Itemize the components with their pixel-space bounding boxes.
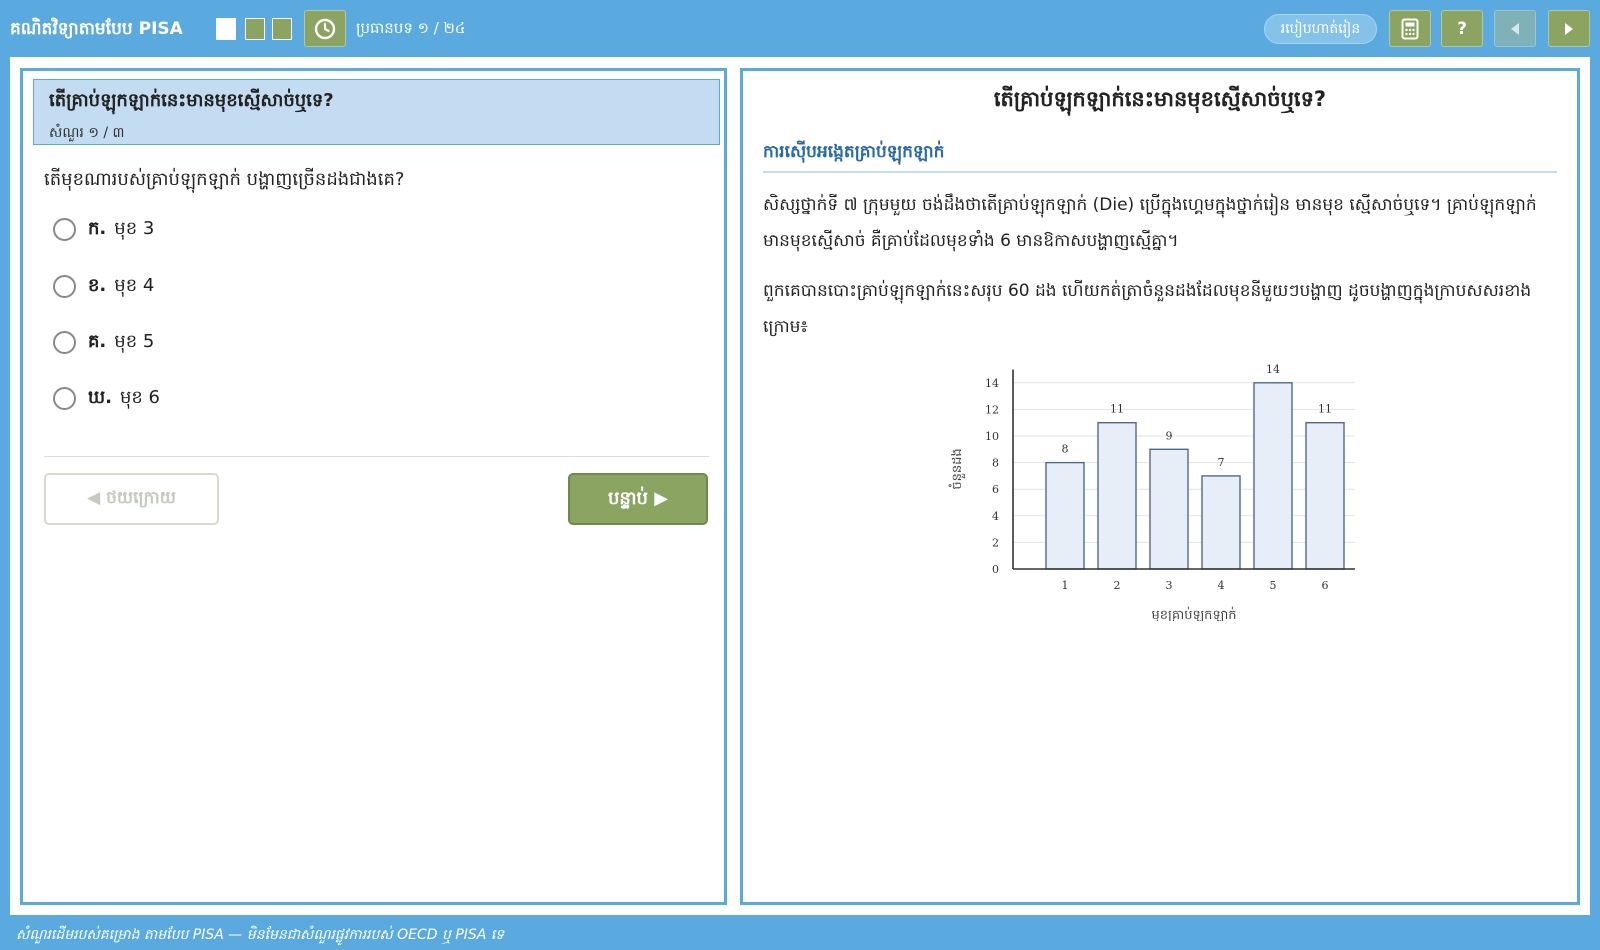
triangle-right-icon: [1565, 22, 1573, 35]
question-panel: តើគ្រាប់ឡុកឡាក់នេះមានមុខស្មើសាច់ឬទេ? សំណ…: [20, 68, 727, 905]
prev-page-button[interactable]: [1494, 10, 1536, 47]
option-text: មុខ 4: [114, 275, 155, 296]
bar: [1045, 461, 1085, 570]
option-text: មុខ 3: [114, 218, 155, 239]
next-button[interactable]: បន្ទាប់ ▶: [568, 473, 708, 525]
x-tick-label: 1: [1062, 579, 1069, 592]
stimulus-paragraph-1: សិស្សថ្នាក់ទី ៧ ក្រុមមួយ ចង់ដឹងថាតើគ្រាប…: [763, 195, 1537, 251]
triangle-left-icon: [1511, 22, 1519, 35]
progress-square[interactable]: [245, 18, 265, 40]
data-label: 11: [1110, 403, 1124, 416]
calculator-button[interactable]: [1389, 10, 1431, 47]
radio-button[interactable]: [53, 218, 76, 241]
calculator-icon: [1401, 18, 1419, 39]
stimulus-paragraph-2: ពួកគេបានបោះគ្រាប់ឡុកឡាក់នេះសរុប 60 ដង ហើ…: [763, 281, 1532, 337]
clock-icon: [314, 18, 336, 39]
y-axis-title: ចំនួនដង: [948, 448, 966, 489]
question-prompt: តើមុខណារបស់គ្រាប់ឡុកឡាក់ បង្ហាញច្រើនដងជា…: [44, 169, 405, 190]
progress-square-current[interactable]: [216, 18, 236, 40]
data-label: 7: [1218, 456, 1225, 469]
x-tick-label: 3: [1166, 579, 1173, 592]
radio-button[interactable]: [53, 387, 76, 410]
section-counter: ប្រធានបទ ១ / ២៤: [356, 19, 466, 37]
stimulus-subtitle: ការស៊ើបអង្កេតគ្រាប់ឡុកឡាក់: [763, 142, 945, 162]
option-letter: ឃ.: [88, 387, 112, 408]
x-tick-label: 6: [1322, 579, 1329, 592]
data-label: 9: [1166, 429, 1173, 442]
y-tick-label: 10: [985, 430, 999, 443]
back-button[interactable]: ◀ ថយក្រោយ: [44, 473, 219, 525]
option-text: មុខ 6: [119, 387, 161, 408]
data-label: 11: [1318, 403, 1332, 416]
x-tick-label: 5: [1270, 579, 1277, 592]
option-letter: ខ.: [88, 275, 107, 296]
app-title: គណិតវិទ្យាតាមបែប PISA: [10, 19, 183, 39]
bar: [1097, 421, 1137, 570]
divider: [44, 456, 709, 457]
footer-note: សំណួរដើមរបស់គម្រោង តាមបែប PISA — មិនមែនជ…: [16, 927, 505, 943]
data-label: 14: [1266, 363, 1280, 376]
x-tick-label: 4: [1218, 579, 1225, 592]
question-header: តើគ្រាប់ឡុកឡាក់នេះមានមុខស្មើសាច់ឬទេ? សំណ…: [33, 79, 720, 145]
x-axis-title: មុខគ្រាប់ឡុកឡាក់: [1151, 606, 1236, 621]
subtitle-rule: [763, 171, 1557, 173]
timer-button[interactable]: [304, 10, 346, 47]
stimulus-panel: តើគ្រាប់ឡុកឡាក់នេះមានមុខស្មើសាច់ឬទេ? ការ…: [740, 68, 1580, 905]
answer-option-b[interactable]: ខ. មុខ 4: [53, 273, 154, 300]
bar: [1149, 448, 1189, 570]
option-letter: គ.: [88, 331, 107, 352]
footer: សំណួរដើមរបស់គម្រោង តាមបែប PISA — មិនមែនជ…: [0, 915, 1600, 950]
x-tick-label: 2: [1114, 579, 1121, 592]
question-title: តើគ្រាប់ឡុកឡាក់នេះមានមុខស្មើសាច់ឬទេ?: [49, 90, 334, 111]
y-tick-label: 4: [992, 510, 999, 523]
answer-option-a[interactable]: ក. មុខ 3: [53, 216, 154, 243]
y-tick-label: 0: [992, 563, 999, 576]
help-button[interactable]: ?: [1441, 10, 1483, 47]
y-tick-label: 2: [992, 536, 999, 549]
next-page-button[interactable]: [1548, 10, 1590, 47]
option-text: មុខ 5: [114, 331, 155, 352]
option-letter: ក.: [88, 218, 107, 239]
answer-option-c[interactable]: គ. មុខ 5: [53, 329, 154, 356]
data-label: 8: [1062, 443, 1069, 456]
question-counter: សំណួរ ១ / ៣: [49, 125, 125, 141]
radio-button[interactable]: [53, 275, 76, 298]
top-bar: គណិតវិទ្យាតាមបែប PISA ប្រធានបទ ១ / ២៤ រប…: [0, 0, 1600, 57]
answer-option-d[interactable]: ឃ. មុខ 6: [53, 385, 160, 412]
bar-chart: 02468101214811129374145116មុខគ្រាប់ឡុកឡា…: [948, 363, 1355, 621]
y-tick-label: 14: [985, 377, 999, 390]
bar: [1201, 475, 1241, 570]
radio-button[interactable]: [53, 331, 76, 354]
progress-square[interactable]: [272, 18, 292, 40]
bar: [1305, 421, 1345, 570]
bar: [1253, 382, 1293, 570]
stimulus-title: តើគ្រាប់ឡុកឡាក់នេះមានមុខស្មើសាច់ឬទេ?: [993, 87, 1327, 111]
y-tick-label: 6: [992, 483, 999, 496]
y-tick-label: 12: [985, 403, 999, 416]
y-tick-label: 8: [992, 457, 999, 470]
howto-button[interactable]: របៀបហាត់រៀន: [1264, 14, 1377, 44]
